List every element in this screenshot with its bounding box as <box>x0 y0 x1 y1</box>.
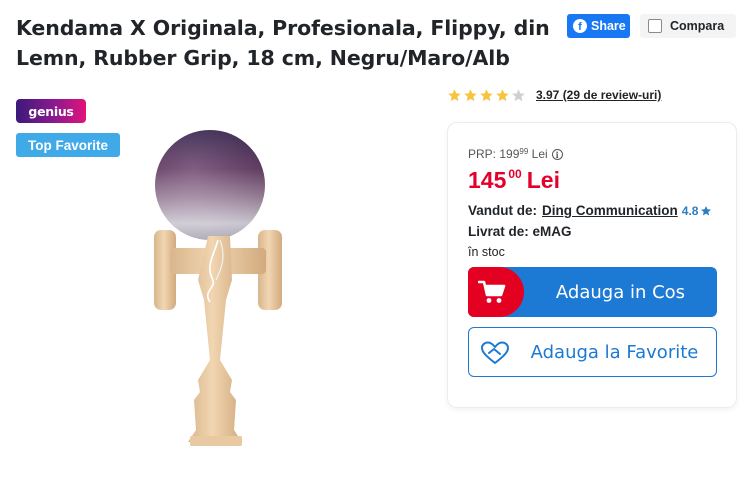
compare-toggle[interactable]: Compara <box>640 14 736 38</box>
prp-int: 199 <box>499 147 520 161</box>
product-rating[interactable]: 3.97 (29 de review-uri) <box>447 86 661 104</box>
prp-currency: Lei <box>531 147 548 161</box>
info-icon[interactable]: i <box>551 149 563 160</box>
star-icon <box>480 88 493 101</box>
prp-dec: 99 <box>519 147 529 156</box>
product-title: Kendama X Originala, Profesionala, Flipp… <box>16 16 550 70</box>
prp-price: PRP: 199 99 Lei i <box>468 147 563 161</box>
facebook-icon: f <box>573 19 587 33</box>
product-image[interactable] <box>140 130 300 460</box>
delivered-by-value: eMAG <box>532 224 572 239</box>
rating-stars <box>447 88 526 103</box>
genius-badge: genius <box>16 99 86 123</box>
star-icon <box>701 205 712 215</box>
add-to-favorites-button[interactable]: Adauga la Favorite <box>468 327 717 377</box>
star-icon <box>464 88 477 101</box>
share-label: Share <box>591 19 626 33</box>
star-icon <box>496 88 509 101</box>
seller-rating: 4.8 <box>682 204 713 218</box>
buy-box: PRP: 199 99 Lei i 145 00 Lei Vandut de: D… <box>447 122 737 408</box>
current-price: 145 00 Lei <box>468 165 560 195</box>
cart-icon <box>478 280 506 303</box>
heart-icon <box>481 341 509 364</box>
price-currency: Lei <box>526 167 560 193</box>
sold-by-row: Vandut de: Ding Communication 4.8 <box>468 203 712 218</box>
prp-label: PRP: <box>468 147 497 161</box>
star-icon <box>448 88 461 101</box>
facebook-share-button[interactable]: f Share <box>567 14 630 38</box>
delivered-by-row: Livrat de: eMAG <box>468 224 572 239</box>
stock-status: în stoc <box>468 245 505 259</box>
top-favorite-badge[interactable]: Top Favorite <box>16 133 120 157</box>
star-empty-icon <box>512 88 525 101</box>
cart-icon-area <box>468 267 524 317</box>
add-to-favorites-label: Adauga la Favorite <box>530 341 699 363</box>
price-int: 145 <box>468 167 507 193</box>
sold-by-label: Vandut de: <box>468 203 538 218</box>
price-dec: 00 <box>508 167 522 181</box>
delivered-by-label: Livrat de: <box>468 224 529 239</box>
seller-rating-value: 4.8 <box>681 203 699 218</box>
add-to-cart-label: Adauga in Cos <box>555 281 686 303</box>
compare-label: Compara <box>670 19 725 33</box>
seller-link[interactable]: Ding Communication <box>542 203 678 218</box>
rating-link[interactable]: 3.97 (29 de review-uri) <box>536 88 661 102</box>
add-to-cart-button[interactable]: Adauga in Cos <box>468 267 717 317</box>
compare-checkbox[interactable] <box>648 19 662 33</box>
